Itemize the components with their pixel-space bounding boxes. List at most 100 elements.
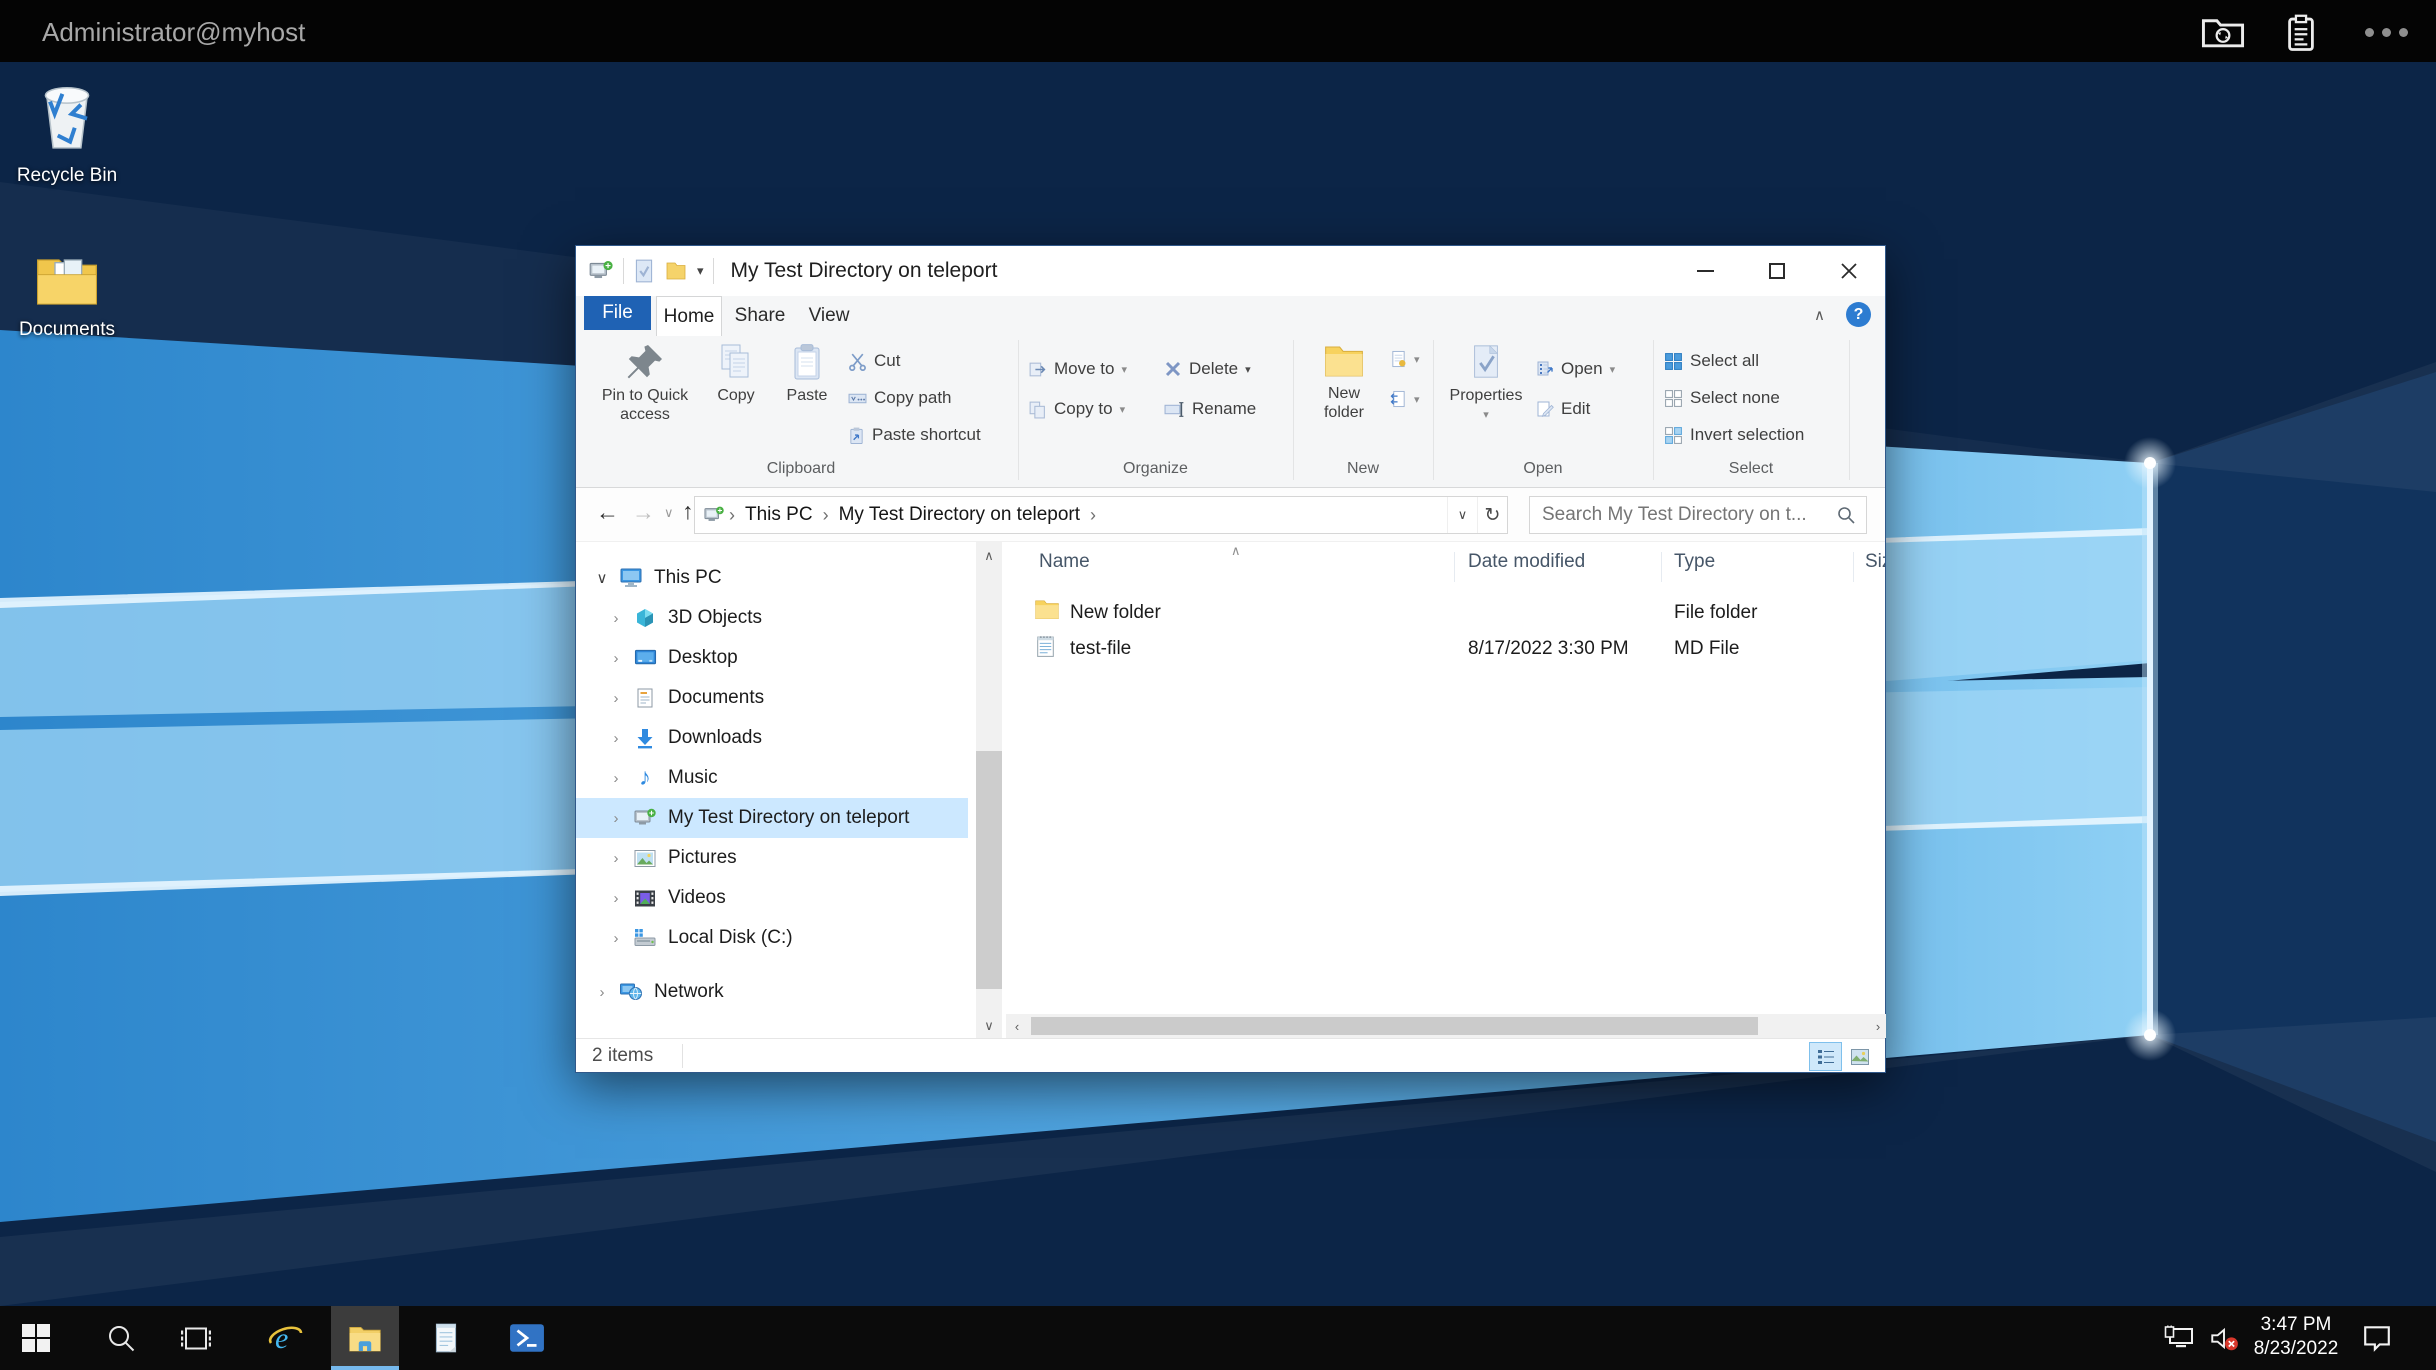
address-dropdown-icon[interactable]: ∨ <box>1447 497 1477 533</box>
details-view-button[interactable] <box>1809 1042 1842 1071</box>
nav-scrollbar-thumb[interactable] <box>976 751 1002 989</box>
tree-expand-icon[interactable]: › <box>606 650 626 667</box>
copy-button[interactable]: Copy <box>700 342 772 405</box>
qat-customize-icon[interactable]: ▾ <box>697 263 704 279</box>
nav-item-3d-objects[interactable]: › 3D Objects <box>576 598 976 638</box>
task-view-button[interactable] <box>166 1306 226 1370</box>
cut-button[interactable]: Cut <box>848 346 900 376</box>
tab-share[interactable]: Share <box>731 296 789 336</box>
back-button[interactable]: ← <box>596 499 619 526</box>
properties-quick-icon[interactable] <box>633 258 655 284</box>
window-title: My Test Directory on teleport <box>731 259 998 283</box>
nav-item-my-test-directory[interactable]: › My Test Directory on teleport <box>576 798 968 838</box>
nav-item-documents[interactable]: › Documents <box>576 678 976 718</box>
tree-expand-icon[interactable]: › <box>606 770 626 787</box>
invert-selection-button[interactable]: Invert selection <box>1664 420 1804 450</box>
taskbar-search-button[interactable] <box>91 1306 151 1370</box>
nav-scrollbar[interactable]: ∧ <box>976 542 1002 1014</box>
scroll-left-icon[interactable]: ‹ <box>1006 1014 1028 1038</box>
clipboard-icon[interactable] <box>2285 14 2317 52</box>
tab-home[interactable]: Home <box>656 296 722 336</box>
pin-to-quick-access-button[interactable]: Pin to Quickaccess <box>594 342 696 424</box>
edit-button[interactable]: Edit <box>1536 394 1590 424</box>
nav-item-pictures[interactable]: › Pictures <box>576 838 976 878</box>
nav-item-network[interactable]: › Network <box>576 972 976 1012</box>
column-header-type[interactable]: Type <box>1674 551 1715 573</box>
address-bar[interactable]: › This PC › My Test Directory on telepor… <box>694 496 1508 534</box>
new-folder-button[interactable]: Newfolder <box>1302 342 1386 422</box>
search-box[interactable] <box>1529 496 1867 534</box>
refresh-icon[interactable]: ↻ <box>1477 497 1507 533</box>
paste-button[interactable]: Paste <box>774 342 840 405</box>
tree-collapse-icon[interactable]: ∨ <box>592 569 612 587</box>
folder-transfer-icon[interactable] <box>2201 16 2245 50</box>
window-titlebar[interactable]: ▾ My Test Directory on teleport <box>576 246 1885 296</box>
copy-to-button[interactable]: Copy to▾ <box>1028 394 1125 424</box>
file-explorer-button[interactable] <box>331 1306 399 1370</box>
collapse-ribbon-icon[interactable]: ∧ <box>1814 306 1825 324</box>
open-button[interactable]: Open▾ <box>1536 354 1615 384</box>
breadcrumb-current-folder[interactable]: My Test Directory on teleport <box>839 504 1080 526</box>
start-button[interactable] <box>6 1306 66 1370</box>
file-row-name[interactable]: test-file <box>1070 638 1131 660</box>
delete-button[interactable]: Delete▾ <box>1164 354 1251 384</box>
new-folder-quick-icon[interactable] <box>664 260 688 282</box>
new-item-button[interactable]: ▾ <box>1390 344 1420 374</box>
nav-item-desktop[interactable]: › Desktop <box>576 638 976 678</box>
sort-ascending-icon[interactable]: ∧ <box>1231 543 1241 559</box>
nav-scroll-down-icon[interactable]: ∨ <box>976 1014 1002 1038</box>
rename-button[interactable]: Rename <box>1164 394 1256 424</box>
maximize-button[interactable] <box>1741 246 1813 296</box>
select-none-button[interactable]: Select none <box>1664 383 1780 413</box>
nav-item-this-pc[interactable]: ∨ This PC <box>576 558 976 598</box>
column-header-size[interactable]: Size <box>1865 551 1885 573</box>
more-options-icon[interactable] <box>2357 24 2408 42</box>
large-icons-view-button[interactable] <box>1843 1042 1876 1071</box>
horizontal-scrollbar-thumb[interactable] <box>1031 1017 1758 1035</box>
paste-shortcut-button[interactable]: Paste shortcut <box>848 420 981 450</box>
scroll-up-icon[interactable]: ∧ <box>976 542 1002 564</box>
desktop-icon-recycle-bin[interactable]: Recycle Bin <box>4 80 130 187</box>
forward-button[interactable]: → <box>632 499 655 526</box>
nav-item-local-disk-c[interactable]: › Local Disk (C:) <box>576 918 976 958</box>
desktop[interactable]: Recycle Bin Documents ▾ <box>0 62 2436 1306</box>
internet-explorer-button[interactable]: e <box>256 1306 316 1370</box>
up-button[interactable]: ↑ <box>682 498 694 525</box>
taskbar-clock[interactable]: 3:47 PM 8/23/2022 <box>2248 1313 2344 1361</box>
nav-item-downloads[interactable]: › Downloads <box>576 718 976 758</box>
tab-file[interactable]: File <box>584 296 651 330</box>
volume-muted-icon[interactable] <box>2202 1306 2246 1370</box>
tree-expand-icon[interactable]: › <box>606 850 626 867</box>
network-tray-icon[interactable] <box>2158 1306 2202 1370</box>
tree-expand-icon[interactable]: › <box>592 984 612 1001</box>
desktop-icon-documents[interactable]: Documents <box>4 252 130 341</box>
tree-expand-icon[interactable]: › <box>606 610 626 627</box>
scroll-right-icon[interactable]: › <box>1870 1014 1886 1038</box>
column-header-name[interactable]: Name <box>1039 551 1090 573</box>
search-input[interactable] <box>1530 504 1836 526</box>
close-button[interactable] <box>1813 246 1885 296</box>
properties-button[interactable]: Properties ▾ <box>1442 342 1530 425</box>
easy-access-button[interactable]: ▾ <box>1390 384 1420 414</box>
tree-expand-icon[interactable]: › <box>606 690 626 707</box>
powershell-button[interactable] <box>497 1306 557 1370</box>
tree-expand-icon[interactable]: › <box>606 890 626 907</box>
breadcrumb-this-pc[interactable]: This PC <box>745 504 813 526</box>
action-center-button[interactable] <box>2352 1306 2402 1370</box>
move-to-button[interactable]: Move to▾ <box>1028 354 1127 384</box>
help-icon[interactable]: ? <box>1846 302 1871 327</box>
recent-locations-icon[interactable]: ∨ <box>664 505 674 521</box>
file-row-name[interactable]: New folder <box>1070 602 1161 624</box>
tree-expand-icon[interactable]: › <box>606 730 626 747</box>
nav-item-music[interactable]: › ♪ Music <box>576 758 976 798</box>
tab-view[interactable]: View <box>800 296 858 336</box>
search-icon[interactable] <box>1836 505 1856 525</box>
minimize-button[interactable] <box>1669 246 1741 296</box>
column-header-date-modified[interactable]: Date modified <box>1468 551 1585 573</box>
nav-item-videos[interactable]: › Videos <box>576 878 976 918</box>
copy-path-button[interactable]: Copy path <box>848 383 952 413</box>
tree-expand-icon[interactable]: › <box>606 810 626 827</box>
notepad-button[interactable] <box>416 1306 476 1370</box>
select-all-button[interactable]: Select all <box>1664 346 1759 376</box>
tree-expand-icon[interactable]: › <box>606 930 626 947</box>
